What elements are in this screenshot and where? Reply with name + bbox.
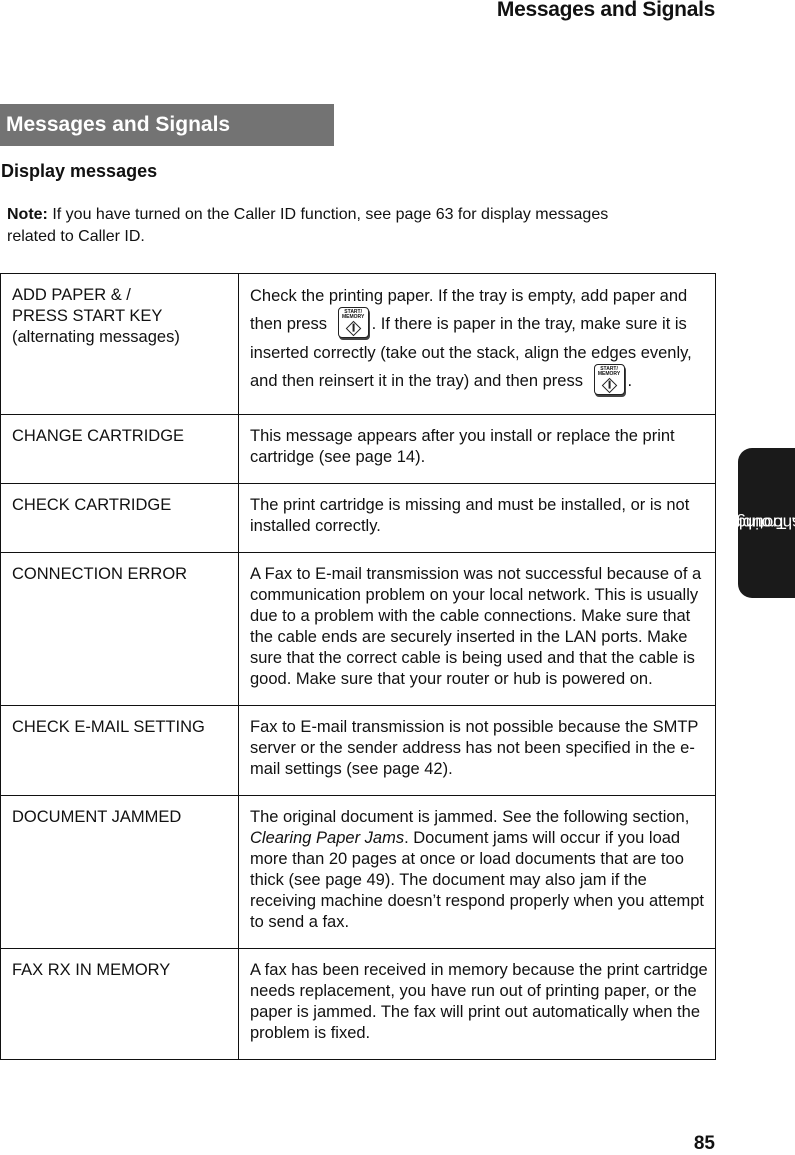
description-text: The original document is jammed. See the… xyxy=(250,808,690,826)
table-row: CHANGE CARTRIDGE This message appears af… xyxy=(0,414,716,484)
table-row: FAX RX IN MEMORY A fax has been received… xyxy=(0,948,716,1060)
start-memory-key-icon: START/MEMORY xyxy=(337,307,369,338)
chapter-side-tab: 11. Trouble-shooting xyxy=(723,448,795,598)
message-code: FAX RX IN MEMORY xyxy=(0,948,239,1060)
message-code: CONNECTION ERROR xyxy=(0,552,239,706)
message-description: A fax has been received in memory becaus… xyxy=(238,948,716,1060)
chapter-tab-line: shooting xyxy=(735,513,795,533)
diamond-start-icon xyxy=(601,377,617,394)
message-description: A Fax to E-mail transmission was not suc… xyxy=(238,552,716,706)
note-text: If you have turned on the Caller ID func… xyxy=(7,206,609,245)
table-row: ADD PAPER & / PRESS START KEY (alternati… xyxy=(0,273,716,415)
page-number: 85 xyxy=(693,1133,715,1154)
section-reference: Clearing Paper Jams xyxy=(250,829,405,847)
key-label: START/MEMORY xyxy=(595,367,624,377)
start-memory-key-icon: START/MEMORY xyxy=(593,364,625,395)
section-title-bar: Messages and Signals xyxy=(0,104,334,146)
message-description: Check the printing paper. If the tray is… xyxy=(238,273,716,415)
running-head: Messages and Signals xyxy=(496,0,715,21)
key-label-line: MEMORY xyxy=(597,371,621,377)
message-description: This message appears after you install o… xyxy=(238,414,716,484)
table-row: CONNECTION ERROR A Fax to E-mail transmi… xyxy=(0,552,716,706)
description-text: . xyxy=(627,371,633,390)
key-label-line: MEMORY xyxy=(341,314,365,320)
display-messages-table: ADD PAPER & / PRESS START KEY (alternati… xyxy=(0,273,716,1060)
diamond-start-icon xyxy=(345,320,361,337)
message-code-line: (alternating messages) xyxy=(12,328,180,346)
table-row: CHECK CARTRIDGE The print cartridge is m… xyxy=(0,483,716,553)
message-code: ADD PAPER & / PRESS START KEY (alternati… xyxy=(0,273,239,415)
message-description: The original document is jammed. See the… xyxy=(238,795,716,949)
message-code: CHANGE CARTRIDGE xyxy=(0,414,239,484)
message-description: Fax to E-mail transmission is not possib… xyxy=(238,705,716,796)
message-description: The print cartridge is missing and must … xyxy=(238,483,716,553)
message-code: CHECK CARTRIDGE xyxy=(0,483,239,553)
note: Note: If you have turned on the Caller I… xyxy=(7,204,647,248)
note-label: Note: xyxy=(7,206,48,223)
message-code-line: ADD PAPER & / xyxy=(12,286,131,304)
table-row: CHECK E-MAIL SETTING Fax to E-mail trans… xyxy=(0,705,716,796)
message-code: DOCUMENT JAMMED xyxy=(0,795,239,949)
message-code-line: PRESS START KEY xyxy=(12,307,163,325)
table-row: DOCUMENT JAMMED The original document is… xyxy=(0,795,716,949)
key-label: START/MEMORY xyxy=(339,310,368,320)
message-code: CHECK E-MAIL SETTING xyxy=(0,705,239,796)
subheading: Display messages xyxy=(1,161,158,181)
